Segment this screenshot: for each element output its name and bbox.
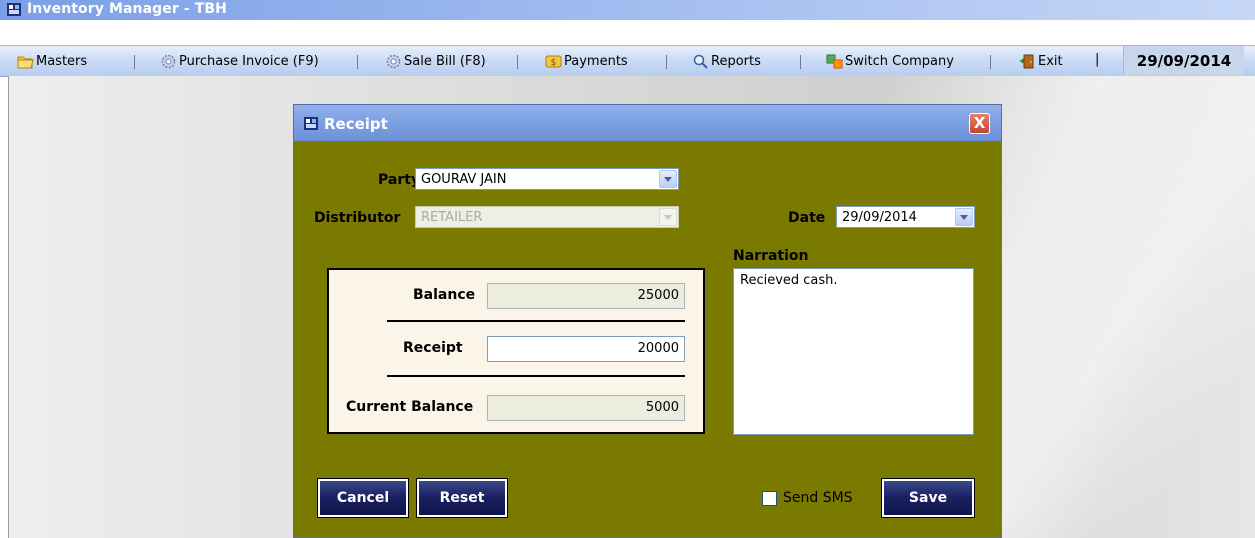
menu-reports[interactable]: Reports: [692, 52, 761, 70]
menu-purchase-invoice[interactable]: Purchase Invoice (F9): [160, 52, 319, 70]
gear-icon: [161, 54, 176, 68]
party-value: GOURAV JAIN: [421, 172, 507, 187]
menu-masters[interactable]: Masters: [17, 52, 87, 70]
money-icon: $: [545, 55, 562, 68]
reset-button-label: Reset: [439, 490, 485, 506]
app-icon: [304, 117, 318, 130]
narration-textarea[interactable]: Recieved cash.: [733, 268, 974, 435]
menu-exit-label: Exit: [1038, 53, 1063, 69]
close-icon: X: [973, 114, 986, 132]
menu-separator: [357, 55, 358, 69]
app-icon: [7, 3, 21, 16]
receipt-dialog: Receipt X Party GOURAV JAIN Distributor …: [293, 104, 1002, 538]
balance-label: Balance: [413, 287, 476, 303]
folder-icon: [17, 56, 34, 68]
balance-field: 25000: [487, 283, 685, 309]
menu-reports-label: Reports: [711, 53, 761, 69]
cancel-button[interactable]: Cancel: [317, 478, 409, 518]
app-titlebar: Inventory Manager - TBH: [0, 0, 1255, 20]
dialog-title: Receipt: [324, 115, 388, 133]
reset-button[interactable]: Reset: [416, 478, 508, 518]
svg-text:$: $: [551, 58, 557, 68]
menu-separator: [990, 55, 991, 69]
party-select[interactable]: GOURAV JAIN: [415, 168, 679, 190]
date-picker[interactable]: 29/09/2014: [836, 206, 975, 228]
chevron-down-icon: [659, 208, 677, 226]
menu-pipe-separator: |: [1095, 52, 1100, 67]
menu-sale-bill-label: Sale Bill (F8): [404, 53, 486, 69]
menubar: Masters Purchase Invoice (F9) Sale Bill …: [0, 45, 1255, 77]
menu-purchase-invoice-label: Purchase Invoice (F9): [179, 53, 319, 69]
close-button[interactable]: X: [969, 113, 990, 134]
distributor-select: RETAILER: [415, 206, 679, 228]
receipt-label: Receipt: [403, 340, 463, 356]
balance-value: 25000: [637, 288, 679, 303]
current-balance-field: 5000: [487, 395, 685, 421]
narration-label: Narration: [733, 248, 809, 264]
date-value: 29/09/2014: [842, 210, 917, 225]
app-title: Inventory Manager - TBH: [27, 1, 227, 17]
cancel-button-label: Cancel: [336, 490, 390, 506]
divider: [387, 320, 685, 322]
magnifier-icon: [693, 54, 708, 69]
party-label: Party: [378, 172, 421, 188]
current-date: 29/09/2014: [1136, 51, 1232, 70]
balance-panel: Balance 25000 Receipt 20000 Current Bala…: [327, 268, 705, 434]
menu-switch-company[interactable]: Switch Company: [826, 52, 954, 70]
save-button[interactable]: Save: [881, 478, 975, 518]
receipt-value: 20000: [637, 341, 679, 356]
distributor-label: Distributor: [314, 210, 401, 226]
menu-payments-label: Payments: [564, 53, 628, 69]
chevron-down-icon[interactable]: [955, 208, 973, 226]
menu-sale-bill[interactable]: Sale Bill (F8): [385, 52, 486, 70]
current-date-display: 29/09/2014: [1123, 46, 1244, 75]
date-label: Date: [788, 210, 826, 226]
gear-icon: [386, 54, 401, 68]
distributor-value: RETAILER: [421, 210, 483, 225]
receipt-amount-input[interactable]: 20000: [487, 336, 685, 362]
dialog-titlebar[interactable]: Receipt X: [294, 105, 1001, 141]
menu-masters-label: Masters: [36, 53, 88, 69]
door-icon: [1020, 54, 1034, 68]
menu-separator: [800, 55, 801, 69]
narration-value: Recieved cash.: [740, 273, 838, 288]
menu-exit[interactable]: Exit: [1019, 52, 1063, 70]
save-button-label: Save: [908, 490, 948, 506]
chevron-down-icon[interactable]: [659, 170, 677, 188]
switch-icon: [826, 54, 843, 68]
menu-separator: [134, 55, 135, 69]
send-sms-checkbox[interactable]: [762, 491, 777, 506]
menu-payments[interactable]: $ Payments: [545, 52, 628, 70]
divider: [387, 375, 685, 377]
menu-switch-company-label: Switch Company: [845, 53, 954, 69]
send-sms-label[interactable]: Send SMS: [783, 490, 853, 506]
current-balance-value: 5000: [645, 400, 679, 415]
menu-separator: [666, 55, 667, 69]
menu-separator: [517, 55, 518, 69]
current-balance-label: Current Balance: [346, 399, 474, 415]
